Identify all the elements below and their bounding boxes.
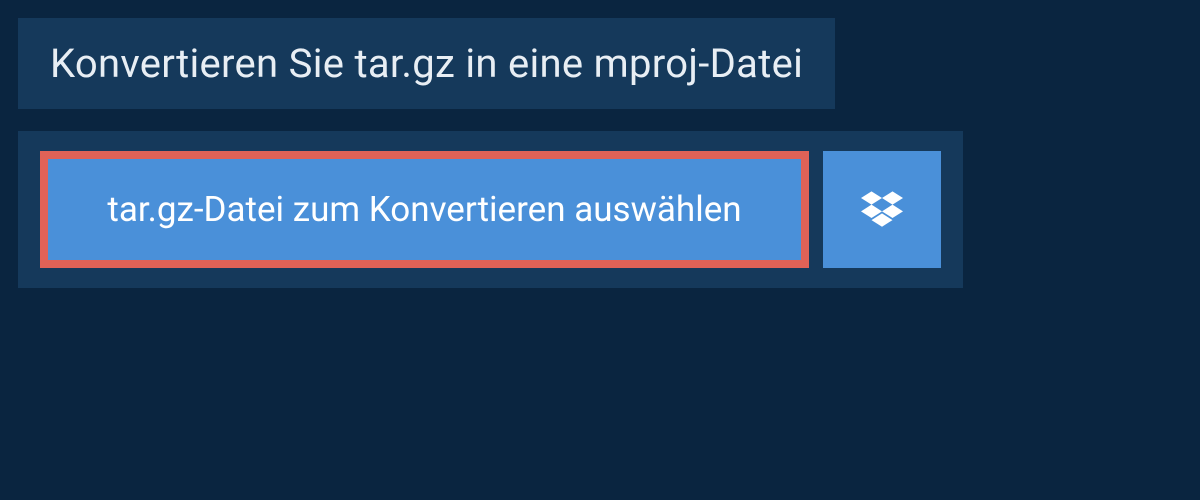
header-bar: Konvertieren Sie tar.gz in eine mproj-Da… <box>18 18 835 109</box>
select-file-button[interactable]: tar.gz-Datei zum Konvertieren auswählen <box>40 151 809 268</box>
upload-panel: tar.gz-Datei zum Konvertieren auswählen <box>18 131 963 288</box>
dropbox-button[interactable] <box>823 151 941 268</box>
dropbox-icon <box>861 187 903 233</box>
page-title: Konvertieren Sie tar.gz in eine mproj-Da… <box>50 40 803 87</box>
select-file-label: tar.gz-Datei zum Konvertieren auswählen <box>107 189 741 230</box>
